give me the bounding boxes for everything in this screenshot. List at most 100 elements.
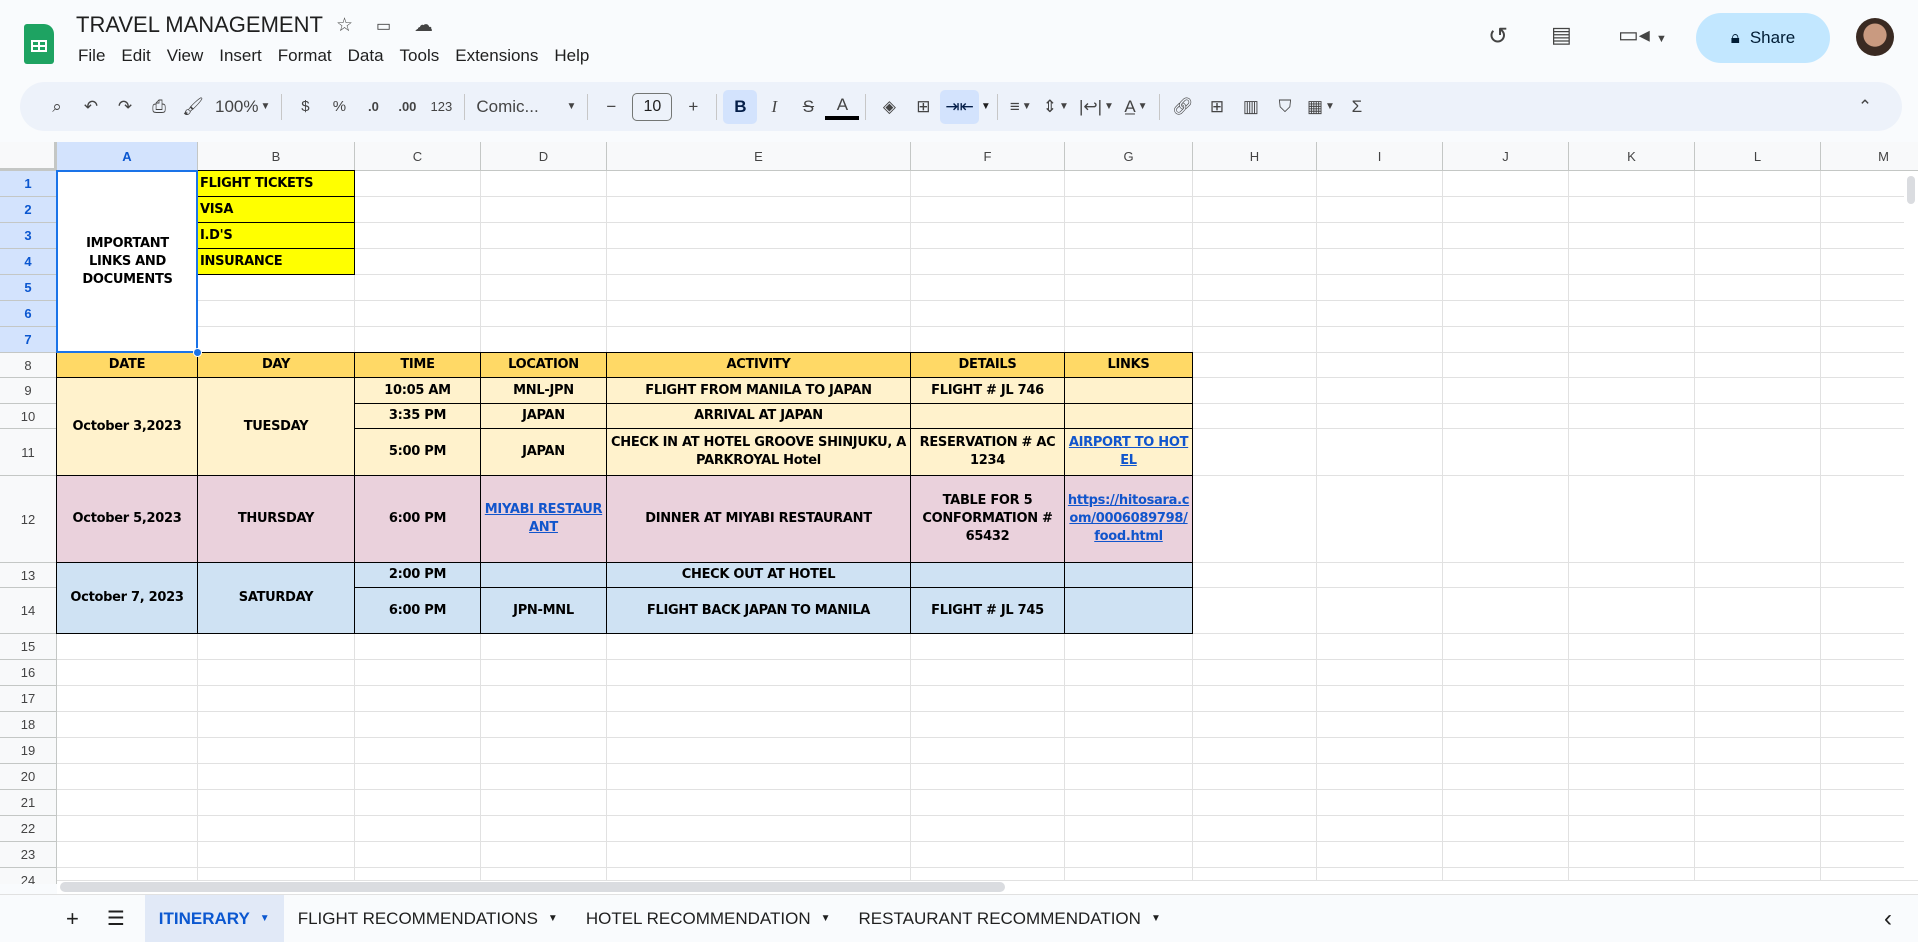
column-header-m[interactable]: M: [1821, 142, 1918, 171]
cell-g8[interactable]: LINKS: [1065, 353, 1193, 378]
chevron-down-icon[interactable]: ▼: [1151, 913, 1161, 924]
column-header-b[interactable]: B: [198, 142, 355, 171]
row-header-18[interactable]: 18: [0, 712, 57, 738]
cell-e14[interactable]: FLIGHT BACK JAPAN TO MANILA: [607, 588, 911, 634]
insert-chart-icon[interactable]: ▥: [1234, 90, 1268, 124]
cell-link[interactable]: MIYABI RESTAURANT: [483, 501, 604, 537]
currency-button[interactable]: $: [288, 90, 322, 124]
cell-c8[interactable]: TIME: [355, 353, 481, 378]
cell-f8[interactable]: DETAILS: [911, 353, 1065, 378]
horizontal-align-icon[interactable]: ≡ ▼: [1004, 90, 1038, 124]
document-title[interactable]: TRAVEL MANAGEMENT: [76, 12, 323, 38]
sheets-logo[interactable]: [24, 24, 54, 64]
select-all-corner[interactable]: [0, 142, 57, 171]
menu-insert[interactable]: Insert: [211, 46, 270, 66]
cell-g11[interactable]: AIRPORT TO HOTEL: [1065, 429, 1193, 476]
row-header-7[interactable]: 7: [0, 327, 57, 353]
row-header-15[interactable]: 15: [0, 634, 57, 660]
column-header-c[interactable]: C: [355, 142, 481, 171]
tab-hotel-recommendation[interactable]: HOTEL RECOMMENDATION ▼: [572, 895, 845, 942]
row-header-20[interactable]: 20: [0, 764, 57, 790]
cell-c9[interactable]: 10:05 AM: [355, 378, 481, 404]
cell-link[interactable]: https://hitosara.com/0006089798/food.htm…: [1067, 492, 1190, 546]
history-icon[interactable]: ↺: [1488, 22, 1508, 51]
cell-d10[interactable]: JAPAN: [481, 404, 607, 429]
menu-format[interactable]: Format: [270, 46, 340, 66]
cell-g14[interactable]: [1065, 588, 1193, 634]
cell-c13[interactable]: 2:00 PM: [355, 563, 481, 588]
cell-b12[interactable]: THURSDAY: [198, 476, 355, 563]
row-header-2[interactable]: 2: [0, 197, 57, 223]
row-header-17[interactable]: 17: [0, 686, 57, 712]
cell-e10[interactable]: ARRIVAL AT JAPAN: [607, 404, 911, 429]
column-header-a[interactable]: A: [57, 142, 198, 171]
spreadsheet-grid[interactable]: A B C D E F G H I J K L M 1 2 3 4 5 6 7 8 9 10 11 12 13 14 15 16 17 18…: [0, 142, 1918, 884]
chevron-down-icon[interactable]: ▼: [981, 101, 991, 112]
row-header-1[interactable]: 1: [0, 171, 57, 197]
cell-d12[interactable]: MIYABI RESTAURANT: [481, 476, 607, 563]
star-icon[interactable]: ☆: [336, 14, 353, 37]
cell-f14[interactable]: FLIGHT # JL 745: [911, 588, 1065, 634]
cell-link[interactable]: AIRPORT TO HOTEL: [1067, 434, 1190, 470]
tab-itinerary[interactable]: ITINERARY ▼: [144, 895, 284, 942]
font-size-input[interactable]: 10: [632, 92, 673, 121]
menu-view[interactable]: View: [159, 46, 212, 66]
search-icon[interactable]: ⌕: [40, 90, 74, 124]
row-header-5[interactable]: 5: [0, 275, 57, 301]
cell-d8[interactable]: LOCATION: [481, 353, 607, 378]
cell-e11[interactable]: CHECK IN AT HOTEL GROOVE SHINJUKU, A PAR…: [607, 429, 911, 476]
add-sheet-button[interactable]: +: [52, 895, 93, 942]
cell-c10[interactable]: 3:35 PM: [355, 404, 481, 429]
row-header-21[interactable]: 21: [0, 790, 57, 816]
menu-file[interactable]: File: [76, 46, 113, 66]
increase-decimal-button[interactable]: .00: [390, 90, 424, 124]
paint-format-icon[interactable]: 🖌︎: [176, 90, 210, 124]
column-header-d[interactable]: D: [481, 142, 607, 171]
cell-f10[interactable]: [911, 404, 1065, 429]
borders-icon[interactable]: ⊞: [906, 90, 940, 124]
italic-button[interactable]: I: [757, 90, 791, 124]
cell-b8[interactable]: DAY: [198, 353, 355, 378]
cell-g12[interactable]: https://hitosara.com/0006089798/food.htm…: [1065, 476, 1193, 563]
row-header-13[interactable]: 13: [0, 563, 57, 588]
tab-flight-recommendations[interactable]: FLIGHT RECOMMENDATIONS ▼: [284, 895, 572, 942]
all-sheets-button[interactable]: ☰: [93, 895, 139, 942]
chevron-down-icon[interactable]: ▼: [548, 913, 558, 924]
cell-e8[interactable]: ACTIVITY: [607, 353, 911, 378]
row-header-11[interactable]: 11: [0, 429, 57, 476]
cell-e13[interactable]: CHECK OUT AT HOTEL: [607, 563, 911, 588]
text-rotation-icon[interactable]: A̲ ▼: [1119, 90, 1153, 124]
comment-icon[interactable]: ▤: [1551, 22, 1572, 48]
cell-a1[interactable]: IMPORTANT LINKS AND DOCUMENTS: [57, 171, 198, 353]
avatar[interactable]: [1856, 18, 1894, 56]
vertical-scrollbar-thumb[interactable]: [1907, 176, 1915, 204]
column-header-h[interactable]: H: [1193, 142, 1317, 171]
decrease-decimal-button[interactable]: .0: [356, 90, 390, 124]
collapse-sidebar-button[interactable]: ‹: [1870, 895, 1906, 942]
strikethrough-icon[interactable]: S: [791, 90, 825, 124]
vertical-scrollbar[interactable]: [1904, 171, 1918, 881]
bold-button[interactable]: B: [723, 89, 758, 124]
column-header-i[interactable]: I: [1317, 142, 1443, 171]
row-header-9[interactable]: 9: [0, 378, 57, 404]
decrease-font-size-button[interactable]: −: [594, 90, 628, 124]
row-header-16[interactable]: 16: [0, 660, 57, 686]
chevron-down-icon[interactable]: ▼: [260, 913, 270, 924]
video-call-icon[interactable]: ▭◂ ▼: [1618, 22, 1667, 48]
menu-tools[interactable]: Tools: [392, 46, 448, 66]
cell-f12[interactable]: TABLE FOR 5 CONFORMATION # 65432: [911, 476, 1065, 563]
redo-icon[interactable]: ↷: [108, 90, 142, 124]
cell-d9[interactable]: MNL-JPN: [481, 378, 607, 404]
filter-icon[interactable]: ⛉: [1268, 90, 1302, 124]
cell-b4[interactable]: INSURANCE: [198, 249, 355, 275]
vertical-align-icon[interactable]: ⇕ ▼: [1038, 90, 1074, 124]
zoom-select[interactable]: 100% ▼: [210, 90, 275, 124]
cell-c11[interactable]: 5:00 PM: [355, 429, 481, 476]
menu-help[interactable]: Help: [546, 46, 597, 66]
cell-b1[interactable]: FLIGHT TICKETS: [198, 171, 355, 197]
share-button[interactable]: 🔒︎ Share: [1696, 13, 1830, 63]
row-header-23[interactable]: 23: [0, 842, 57, 868]
cell-b13[interactable]: SATURDAY: [198, 563, 355, 634]
fill-color-icon[interactable]: ◈: [872, 90, 906, 124]
cell-b9[interactable]: TUESDAY: [198, 378, 355, 476]
